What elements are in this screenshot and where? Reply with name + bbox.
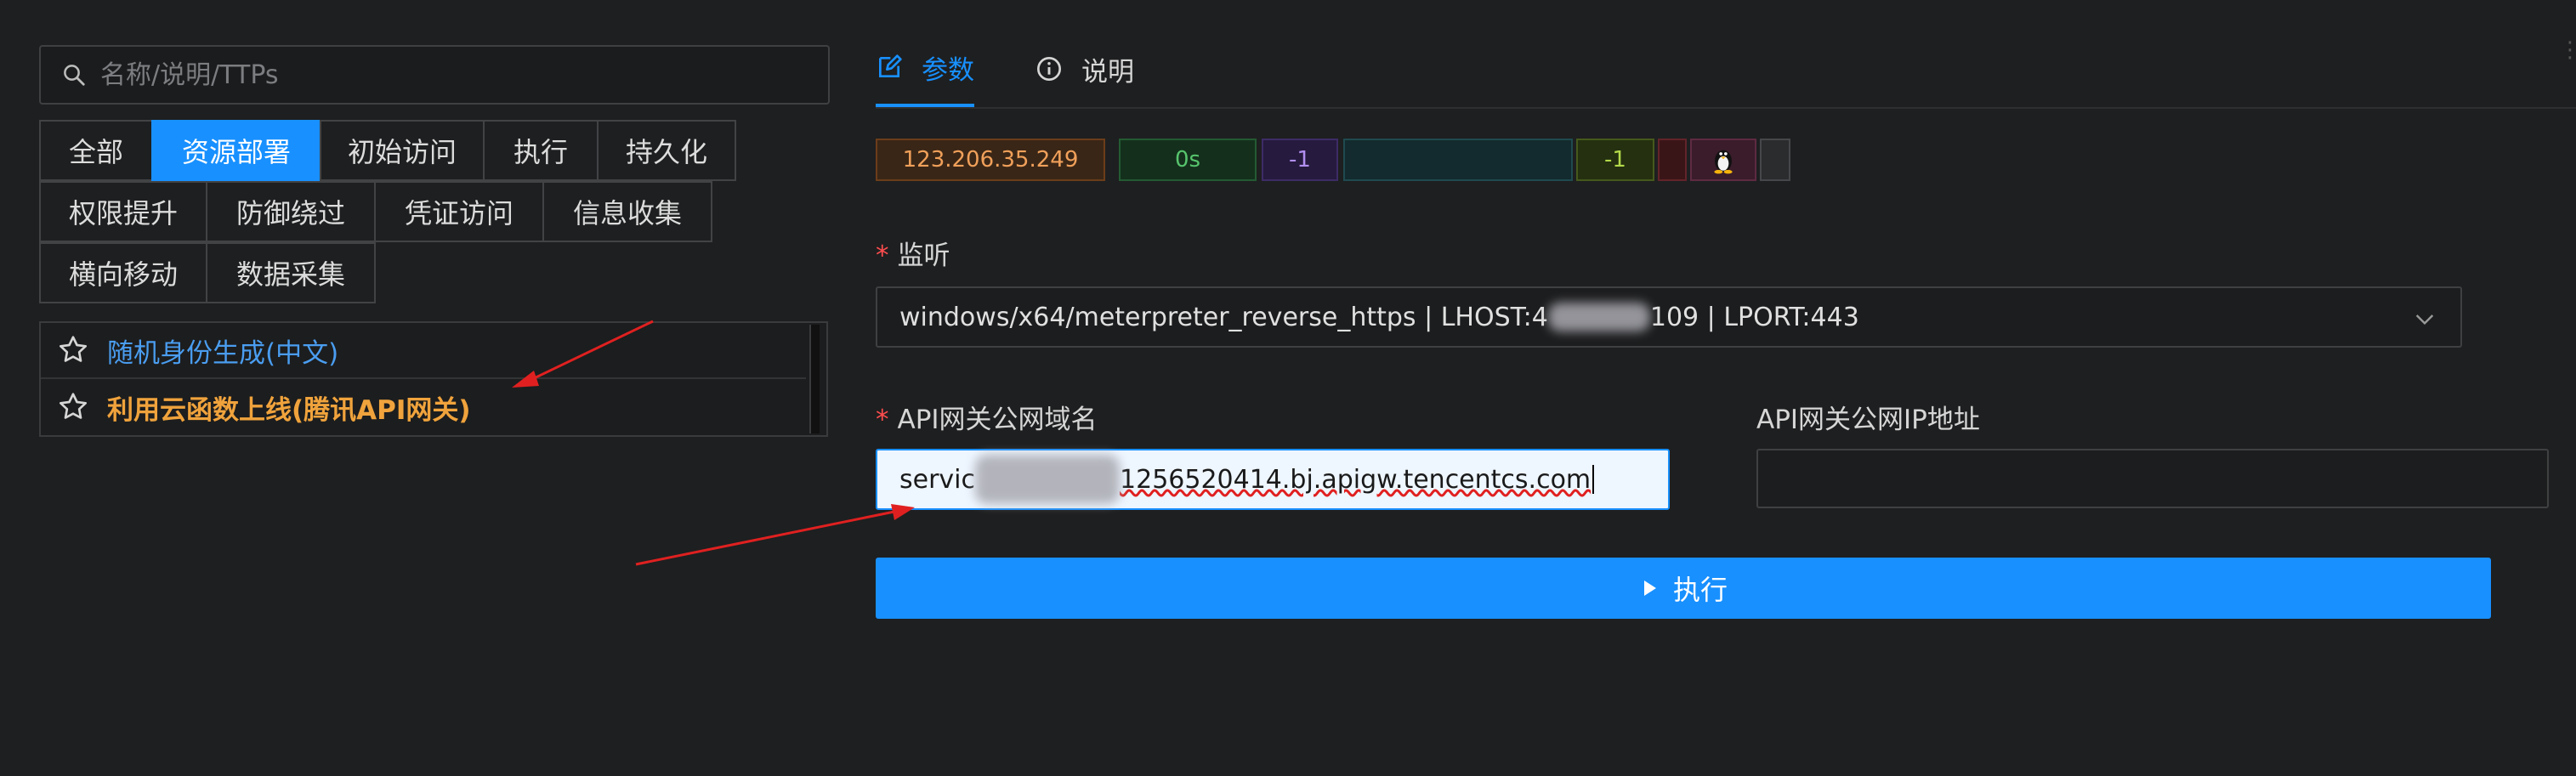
os-badge [1690, 139, 1756, 181]
list-item[interactable]: 随机身份生成(中文) [41, 323, 806, 379]
tag-credential-access[interactable]: 凭证访问 [374, 181, 544, 242]
listener-label: * 监听 [876, 241, 950, 271]
linux-tux-icon [1714, 150, 1733, 174]
tag-execution[interactable]: 执行 [483, 120, 599, 181]
list-item-selected[interactable]: 利用云函数上线(腾讯API网关) [41, 379, 806, 435]
tactic-filter-tags: 全部 资源部署 初始访问 执行 持久化 权限提升 防御绕过 凭证访问 信息收集 … [39, 120, 736, 303]
tag-row-1: 全部 资源部署 初始访问 执行 持久化 [39, 120, 736, 181]
value-badge-purple: -1 [1262, 139, 1338, 181]
star-outline-icon[interactable] [56, 333, 90, 367]
info-circle-icon [1037, 57, 1061, 81]
status-badge-gray [1760, 139, 1790, 181]
api-domain-value-prefix: servic [899, 464, 976, 495]
api-domain-input[interactable]: servic 1256520414.bj.apigw.tencentcs.com [876, 449, 1670, 510]
tag-resource-development[interactable]: 资源部署 [151, 120, 321, 181]
tag-privilege-escalation[interactable]: 权限提升 [39, 181, 207, 242]
list-item-label: 利用云函数上线(腾讯API网关) [107, 394, 471, 426]
required-mark: * [876, 405, 889, 435]
tabs-divider [876, 107, 2576, 109]
search-icon [64, 65, 85, 86]
execute-button-label: 执行 [1672, 574, 1728, 606]
annotation-arrow-to-domain [635, 504, 915, 566]
play-icon [1643, 581, 1656, 596]
star-outline-icon[interactable] [56, 390, 90, 424]
tag-lateral-movement[interactable]: 横向移动 [39, 242, 207, 303]
api-ip-input[interactable] [1756, 449, 2549, 508]
api-ip-label: API网关公网IP地址 [1756, 405, 1980, 435]
edit-icon [879, 54, 902, 77]
tag-discovery[interactable]: 信息收集 [542, 181, 712, 242]
chevron-down-icon[interactable] [2411, 305, 2438, 332]
elapsed-time-badge: 0s [1119, 139, 1257, 181]
redacted-domain-blur [975, 455, 1121, 504]
panel-edge-icon: ⋮ [2559, 37, 2576, 63]
listener-value-prefix: windows/x64/meterpreter_reverse_https | … [899, 302, 1548, 332]
execute-button[interactable]: 执行 [876, 558, 2491, 619]
redacted-ip-blur [1547, 303, 1650, 331]
tab-params[interactable]: 参数 [876, 34, 974, 107]
listener-select[interactable]: windows/x64/meterpreter_reverse_https | … [876, 286, 2462, 348]
search-box[interactable] [39, 45, 830, 105]
required-mark: * [876, 241, 889, 271]
api-domain-label: * API网关公网域名 [876, 405, 1098, 435]
tab-description[interactable]: 说明 [1036, 34, 1134, 107]
api-domain-value-suffix: 1256520414.bj.apigw.tencentcs.com [1120, 464, 1592, 495]
tag-defense-evasion[interactable]: 防御绕过 [206, 181, 376, 242]
host-ip-badge: 123.206.35.249 [876, 139, 1105, 181]
empty-badge-teal [1343, 139, 1573, 181]
tab-params-label: 参数 [922, 54, 974, 86]
tag-initial-access[interactable]: 初始访问 [320, 120, 485, 181]
status-badge-red [1658, 139, 1687, 181]
module-list: 随机身份生成(中文) 利用云函数上线(腾讯API网关) [39, 321, 828, 437]
list-item-label: 随机身份生成(中文) [107, 337, 339, 369]
tag-row-2: 权限提升 防御绕过 凭证访问 信息收集 [39, 181, 735, 242]
tag-collection[interactable]: 数据采集 [206, 242, 376, 303]
tag-all[interactable]: 全部 [39, 120, 153, 181]
tab-description-label: 说明 [1081, 56, 1134, 88]
list-scrollbar[interactable] [809, 325, 820, 433]
value-badge-lime: -1 [1576, 139, 1654, 181]
tag-row-3: 横向移动 数据采集 [39, 242, 735, 303]
detail-tabs: 参数 说明 [876, 34, 1195, 110]
tag-persistence[interactable]: 持久化 [597, 120, 736, 181]
search-input[interactable] [99, 59, 828, 91]
listener-value-suffix: 109 | LPORT:443 [1649, 302, 1859, 332]
text-cursor [1592, 465, 1595, 494]
